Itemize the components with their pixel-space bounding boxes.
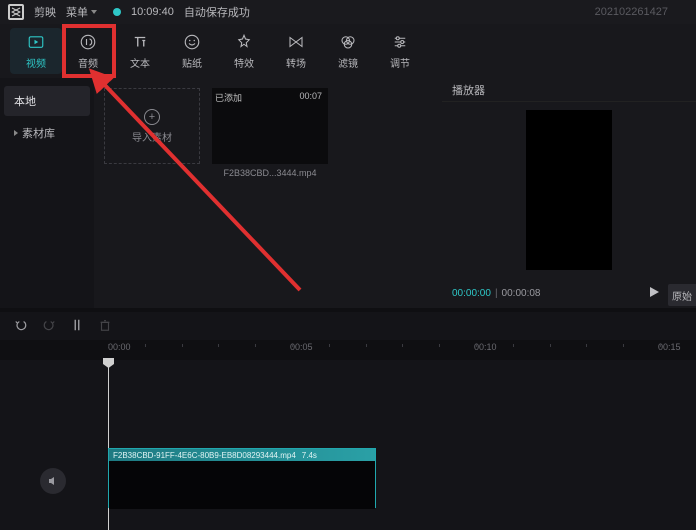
preview-video-frame[interactable] <box>526 110 612 270</box>
middle-panel: 本地 素材库 + 导入素材 已添加 00:07 F2B38CBD...3444.… <box>0 78 696 308</box>
media-clip-item[interactable]: 已添加 00:07 F2B38CBD...3444.mp4 <box>212 88 328 298</box>
tab-transition[interactable]: 转场 <box>270 28 322 74</box>
ruler-tick: 00:10 <box>474 342 497 352</box>
tab-audio[interactable]: 音频 <box>62 28 114 74</box>
sidebar-item-local[interactable]: 本地 <box>4 86 90 116</box>
tab-text[interactable]: 文本 <box>114 28 166 74</box>
tab-adjust[interactable]: 调节 <box>374 28 426 74</box>
preview-title: 播放器 <box>442 78 696 102</box>
timeline-clip[interactable]: F2B38CBD-91FF-4E6C-80B9-EB8D08293444.mp4… <box>108 448 376 508</box>
menu-dropdown[interactable]: 菜单 <box>66 4 97 20</box>
effect-icon <box>235 33 253 51</box>
video-icon <box>27 33 45 51</box>
timeline-clip-header: F2B38CBD-91FF-4E6C-80B9-EB8D08293444.mp4… <box>109 449 375 461</box>
app-name: 剪映 <box>34 4 56 20</box>
timeline-clip-body <box>109 461 375 509</box>
preview-body <box>442 102 696 278</box>
filter-icon <box>339 33 357 51</box>
preview-controls: 00:00:00 | 00:00:08 <box>442 278 696 308</box>
save-status: 自动保存成功 <box>184 4 250 20</box>
save-status-icon <box>113 8 121 16</box>
clip-filename: F2B38CBD...3444.mp4 <box>212 168 328 178</box>
import-media-button[interactable]: + 导入素材 <box>104 88 200 164</box>
ruler-tick: 00:05 <box>290 342 313 352</box>
clip-thumbnail: 已添加 00:07 <box>212 88 328 164</box>
sticker-icon <box>183 33 201 51</box>
tab-sticker[interactable]: 贴纸 <box>166 28 218 74</box>
preview-panel: 播放器 00:00:00 | 00:00:08 <box>442 78 696 308</box>
timeline-toolbar <box>0 312 696 340</box>
project-timestamp: 202102261427 <box>595 6 668 18</box>
tab-video[interactable]: 视频 <box>10 28 62 74</box>
track-mute-button[interactable] <box>40 468 66 494</box>
delete-button[interactable] <box>98 318 112 335</box>
save-time: 10:09:40 <box>131 6 174 18</box>
time-ruler[interactable]: 00:00 00:05 00:10 00:15 <box>104 340 696 360</box>
media-content: + 导入素材 已添加 00:07 F2B38CBD...3444.mp4 <box>94 78 442 308</box>
adjust-icon <box>391 33 409 51</box>
transition-icon <box>287 33 305 51</box>
split-button[interactable] <box>70 318 84 335</box>
chevron-right-icon <box>14 130 18 136</box>
undo-button[interactable] <box>14 318 28 335</box>
text-icon <box>131 33 149 51</box>
media-sidebar: 本地 素材库 <box>0 78 94 308</box>
current-time: 00:00:00 <box>452 288 491 299</box>
title-bar: 剪映 菜单 10:09:40 自动保存成功 202102261427 <box>0 0 696 24</box>
tab-effect[interactable]: 特效 <box>218 28 270 74</box>
tab-filter[interactable]: 滤镜 <box>322 28 374 74</box>
redo-button[interactable] <box>42 318 56 335</box>
audio-icon <box>79 33 97 51</box>
ruler-tick: 00:00 <box>108 342 131 352</box>
sidebar-item-library[interactable]: 素材库 <box>4 118 90 148</box>
app-logo-icon <box>8 4 24 20</box>
clip-duration: 00:07 <box>299 91 322 101</box>
tool-tabs: 视频 音频 文本 贴纸 特效 转场 滤镜 调节 <box>0 24 696 78</box>
total-time: 00:00:08 <box>502 288 541 299</box>
timeline[interactable]: F2B38CBD-91FF-4E6C-80B9-EB8D08293444.mp4… <box>0 360 696 530</box>
play-button[interactable] <box>648 286 660 301</box>
plus-icon: + <box>144 109 160 125</box>
original-size-button[interactable]: 原始 <box>668 284 696 306</box>
added-badge: 已添加 <box>215 91 242 104</box>
chevron-down-icon <box>91 10 97 14</box>
speaker-icon <box>47 475 59 487</box>
ruler-tick: 00:15 <box>658 342 681 352</box>
